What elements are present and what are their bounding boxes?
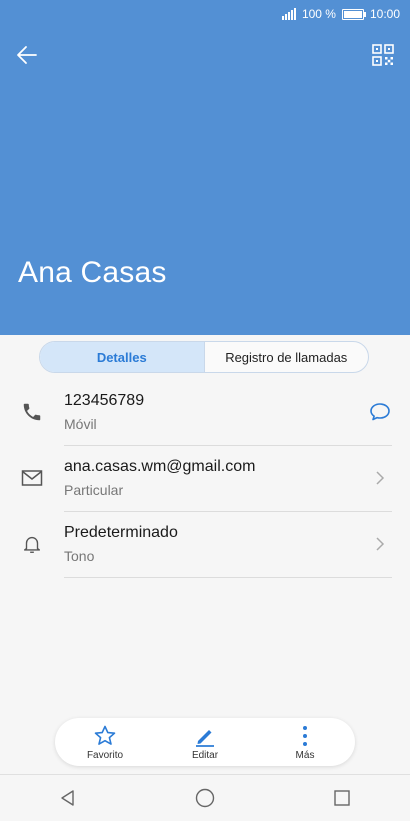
- back-button[interactable]: [12, 40, 42, 70]
- detail-row-phone[interactable]: 123456789 Móvil: [0, 380, 410, 446]
- phone-type: Móvil: [64, 416, 97, 432]
- phone-number: 123456789: [64, 392, 145, 409]
- email-type: Particular: [64, 482, 124, 498]
- bell-icon: [20, 532, 44, 556]
- detail-row-email[interactable]: ana.casas.wm@gmail.com Particular: [0, 446, 410, 512]
- detail-tabs: Detalles Registro de llamadas: [39, 341, 369, 373]
- tab-call-log[interactable]: Registro de llamadas: [205, 342, 369, 372]
- send-message-button[interactable]: [368, 400, 392, 424]
- more-button[interactable]: Más: [265, 724, 345, 761]
- favorite-button[interactable]: Favorito: [65, 724, 145, 761]
- email-chevron[interactable]: [368, 466, 392, 490]
- battery-percent: 100 %: [301, 7, 336, 21]
- chevron-right-icon: [376, 471, 385, 485]
- more-label: Más: [295, 749, 315, 761]
- row-divider: [64, 577, 392, 578]
- message-bubble-icon: [370, 403, 390, 421]
- qr-code-button[interactable]: [370, 42, 396, 68]
- battery-icon: [341, 8, 366, 20]
- status-bar: 100 % 10:00: [281, 6, 400, 22]
- edit-button[interactable]: Editar: [165, 724, 245, 761]
- tab-details[interactable]: Detalles: [40, 342, 205, 372]
- nav-recents-icon: [333, 790, 350, 806]
- nav-home-button[interactable]: [182, 778, 228, 818]
- detail-row-ringtone[interactable]: Predeterminado Tono: [0, 512, 410, 578]
- contact-actions-toolbar: Favorito Editar Más: [55, 718, 355, 766]
- ringtone-value: Predeterminado: [64, 524, 178, 541]
- more-vertical-icon: [303, 725, 307, 746]
- ringtone-label: Tono: [64, 548, 95, 564]
- arrow-left-icon: [17, 46, 37, 64]
- ringtone-chevron[interactable]: [368, 532, 392, 556]
- mail-icon: [20, 466, 44, 490]
- favorite-label: Favorito: [86, 749, 124, 761]
- system-navigation-bar: [0, 774, 410, 821]
- contact-header: 100 % 10:00 Ana Casas: [0, 0, 410, 335]
- nav-recents-button[interactable]: [319, 778, 365, 818]
- nav-back-icon: [61, 790, 75, 806]
- nav-home-icon: [195, 788, 215, 808]
- email-address: ana.casas.wm@gmail.com: [64, 458, 256, 475]
- phone-icon: [20, 400, 44, 424]
- contact-name: Ana Casas: [18, 256, 167, 289]
- star-icon: [94, 725, 116, 745]
- qr-code-icon: [372, 44, 394, 66]
- status-time: 10:00: [369, 7, 400, 21]
- edit-label: Editar: [191, 749, 219, 761]
- chevron-right-icon: [376, 537, 385, 551]
- nav-back-button[interactable]: [45, 778, 91, 818]
- signal-icon: [281, 8, 296, 20]
- pencil-icon: [196, 729, 214, 747]
